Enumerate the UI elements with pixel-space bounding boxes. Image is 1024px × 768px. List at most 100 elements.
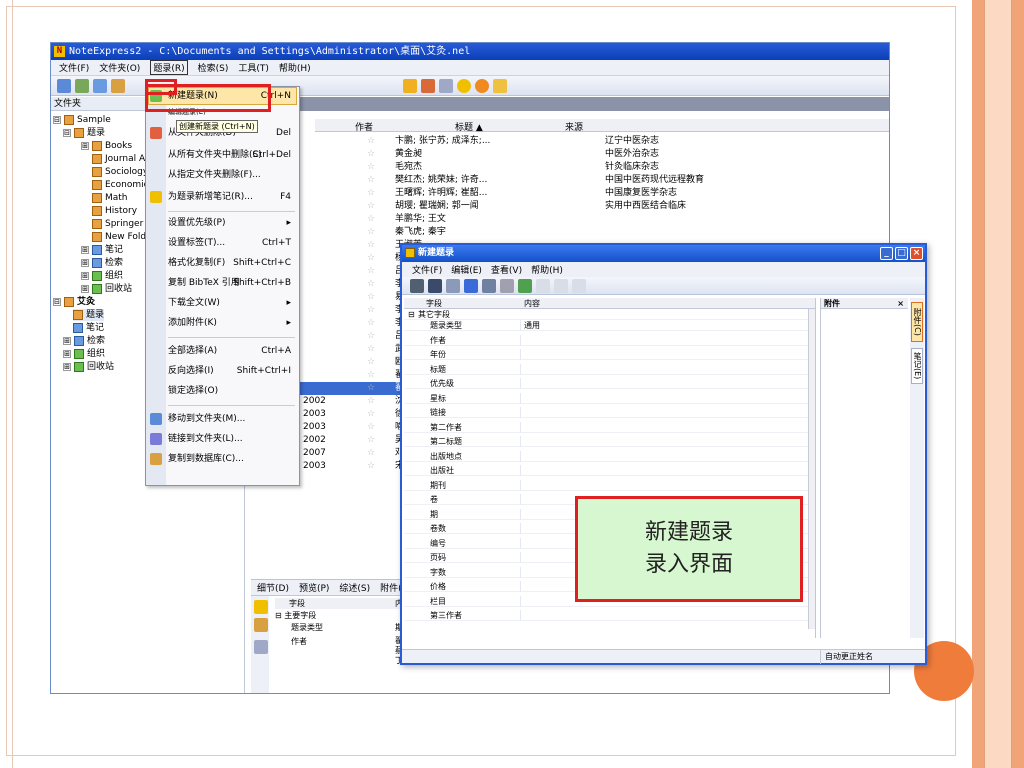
tree-item-organize-2[interactable]: ⊞ 组织 xyxy=(63,348,105,360)
field-grid-scrollbar[interactable] xyxy=(808,309,815,629)
star-icon[interactable]: ☆ xyxy=(367,252,375,265)
tab-notes-side[interactable]: 笔记(E) xyxy=(911,348,923,384)
web-icon[interactable] xyxy=(493,78,507,93)
dialog-menu-help[interactable]: 帮助(H) xyxy=(531,263,563,276)
star-icon[interactable]: ☆ xyxy=(367,174,375,187)
tree-item-journal[interactable]: Journal Ar xyxy=(92,153,149,165)
new-icon[interactable] xyxy=(446,278,460,293)
field-row[interactable]: 第三作者 xyxy=(404,610,815,621)
maximize-icon[interactable]: □ xyxy=(895,247,908,260)
menu-item-download-fulltext[interactable]: 下载全文(W) ▸ xyxy=(168,297,295,309)
folder-icon[interactable] xyxy=(254,618,268,632)
tree-item-sociology[interactable]: Sociology xyxy=(92,166,148,178)
star-icon[interactable]: ☆ xyxy=(367,304,375,317)
column-title[interactable]: 标题 ▲ xyxy=(455,120,483,133)
tree-item-search-2[interactable]: ⊞ 检索 xyxy=(63,335,105,347)
star-icon[interactable]: ☆ xyxy=(367,434,375,447)
tree-item-new-folder[interactable]: New Folde xyxy=(92,231,152,243)
menu-item-copy-bibtex[interactable]: 复制 BibTeX 引用 Shift+Ctrl+B xyxy=(168,277,295,289)
field-row[interactable]: 链接 xyxy=(404,407,815,418)
auto-correct-names[interactable]: 自动更正姓名 xyxy=(820,650,873,664)
menu-item-priority[interactable]: 设置优先级(P) ▸ xyxy=(168,217,295,229)
star-icon[interactable]: ☆ xyxy=(367,395,375,408)
column-author[interactable]: 作者 xyxy=(355,120,373,133)
field-row[interactable]: 星标 xyxy=(404,392,815,404)
tab-attachments-side[interactable]: 附件(C) xyxy=(911,302,923,342)
star-icon[interactable]: ☆ xyxy=(367,135,375,148)
field-row[interactable]: 期刊 xyxy=(404,479,815,491)
star-icon[interactable]: ☆ xyxy=(367,343,375,356)
detail-group[interactable]: ⊟ 主要字段 xyxy=(275,610,316,621)
menu-item-set-tags[interactable]: 设置标签(T)... Ctrl+T xyxy=(168,237,295,249)
dialog-menu-edit[interactable]: 编辑(E) xyxy=(451,263,482,276)
field-row[interactable]: 出版社 xyxy=(404,465,815,476)
tree-item-springer[interactable]: Springer xyxy=(92,218,143,230)
star-icon[interactable]: ☆ xyxy=(367,226,375,239)
menu-item-copy-to-database[interactable]: 复制到数据库(C)... xyxy=(168,453,295,465)
field-row[interactable]: 出版地点 xyxy=(404,450,815,462)
export-icon[interactable] xyxy=(75,78,89,93)
edit-icon[interactable] xyxy=(254,600,268,614)
star-icon[interactable]: ☆ xyxy=(367,356,375,369)
table-row[interactable]: ☆ 羊鹏华; 王文 xyxy=(245,213,889,226)
table-row[interactable]: ☆ 秦飞虎; 秦宇 xyxy=(245,226,889,239)
field-value[interactable]: 通用 xyxy=(524,320,540,331)
menu-item-move-to-folder[interactable]: 移动到文件夹(M)... xyxy=(168,413,295,425)
import-icon[interactable] xyxy=(57,78,71,93)
table-row[interactable]: ☆ 王曙辉; 许明辉; 崔韶... 中国康复医学杂志 xyxy=(245,187,889,200)
close-attachment-icon[interactable]: × xyxy=(897,298,904,309)
menu-folder[interactable]: 文件夹(O) xyxy=(99,61,140,74)
menu-search[interactable]: 检索(S) xyxy=(198,61,229,74)
menu-tools[interactable]: 工具(T) xyxy=(238,61,269,74)
dialog-menu-view[interactable]: 查看(V) xyxy=(491,263,522,276)
save-close-icon[interactable] xyxy=(428,278,442,293)
menu-item-delete-all[interactable]: 从所有文件夹中删除(S) Ctrl+Del xyxy=(168,149,295,161)
update-icon[interactable] xyxy=(475,78,489,93)
insert-icon[interactable] xyxy=(518,278,532,293)
tree-item-books[interactable]: ⊞ Books xyxy=(81,140,132,152)
table-row[interactable]: ☆ 胡璎; 瞿瑞娴; 郭一闻 实用中西医结合临床 xyxy=(245,200,889,213)
star-icon[interactable]: ☆ xyxy=(367,369,375,382)
star-icon[interactable]: ☆ xyxy=(367,239,375,252)
tree-item-notes-2[interactable]: 笔记 xyxy=(73,322,104,334)
field-icon[interactable] xyxy=(500,278,514,293)
tree-item-sample[interactable]: ⊟ Sample xyxy=(53,114,111,126)
up-icon[interactable] xyxy=(536,278,550,293)
import-icon[interactable] xyxy=(464,278,478,293)
tree-item-references-selected[interactable]: 题录 xyxy=(73,309,105,321)
copy-icon[interactable] xyxy=(254,640,268,654)
star-icon[interactable]: ☆ xyxy=(367,148,375,161)
menu-item-add-note[interactable]: 为题录新增笔记(R)... F4 xyxy=(168,191,295,203)
menu-item-add-attachment[interactable]: 添加附件(K) ▸ xyxy=(168,317,295,329)
field-row[interactable]: 第二作者 xyxy=(404,421,815,433)
tree-item-notes[interactable]: ⊞ 笔记 xyxy=(81,244,123,256)
menu-item-invert-selection[interactable]: 反向选择(I) Shift+Ctrl+I xyxy=(168,365,295,377)
star-icon[interactable]: ☆ xyxy=(367,213,375,226)
field-row[interactable]: 年份 xyxy=(404,349,815,360)
star-icon[interactable]: ☆ xyxy=(367,421,375,434)
cut-icon[interactable] xyxy=(482,278,496,293)
field-row[interactable]: 第二标题 xyxy=(404,436,815,447)
help-icon[interactable] xyxy=(457,78,471,93)
star-icon[interactable]: ☆ xyxy=(367,382,375,395)
menu-reference[interactable]: 题录(R) xyxy=(150,60,188,75)
close-icon[interactable]: × xyxy=(910,247,923,260)
table-row[interactable]: ☆ 黄金昶 中医外治杂志 xyxy=(245,148,889,161)
star-icon[interactable]: ☆ xyxy=(367,161,375,174)
folder-icon[interactable] xyxy=(111,78,125,93)
tree-item-recycle-2[interactable]: ⊞ 回收站 xyxy=(63,361,114,373)
star-icon[interactable]: ☆ xyxy=(367,460,375,473)
note-icon[interactable] xyxy=(439,78,453,93)
star-icon[interactable]: ☆ xyxy=(367,291,375,304)
star-icon[interactable]: ☆ xyxy=(367,317,375,330)
field-row[interactable]: 题录类型 通用 xyxy=(404,320,815,331)
table-row[interactable]: ☆ 樊红杰; 姚荣妹; 许奇... 中国中医药现代远程教育 xyxy=(245,174,889,187)
title-bar[interactable]: N NoteExpress2 - C:\Documents and Settin… xyxy=(51,43,889,60)
menu-file[interactable]: 文件(F) xyxy=(59,61,89,74)
menu-item-delete-specified[interactable]: 从指定文件夹删除(F)... xyxy=(168,169,295,181)
star-icon[interactable]: ☆ xyxy=(367,200,375,213)
tree-item-math[interactable]: Math xyxy=(92,192,128,204)
tree-item-moxibustion[interactable]: ⊟ 艾灸 xyxy=(53,296,95,308)
dialog-title-bar[interactable]: 新建题录 _ □ × xyxy=(402,245,925,262)
flag-icon[interactable] xyxy=(403,78,417,93)
